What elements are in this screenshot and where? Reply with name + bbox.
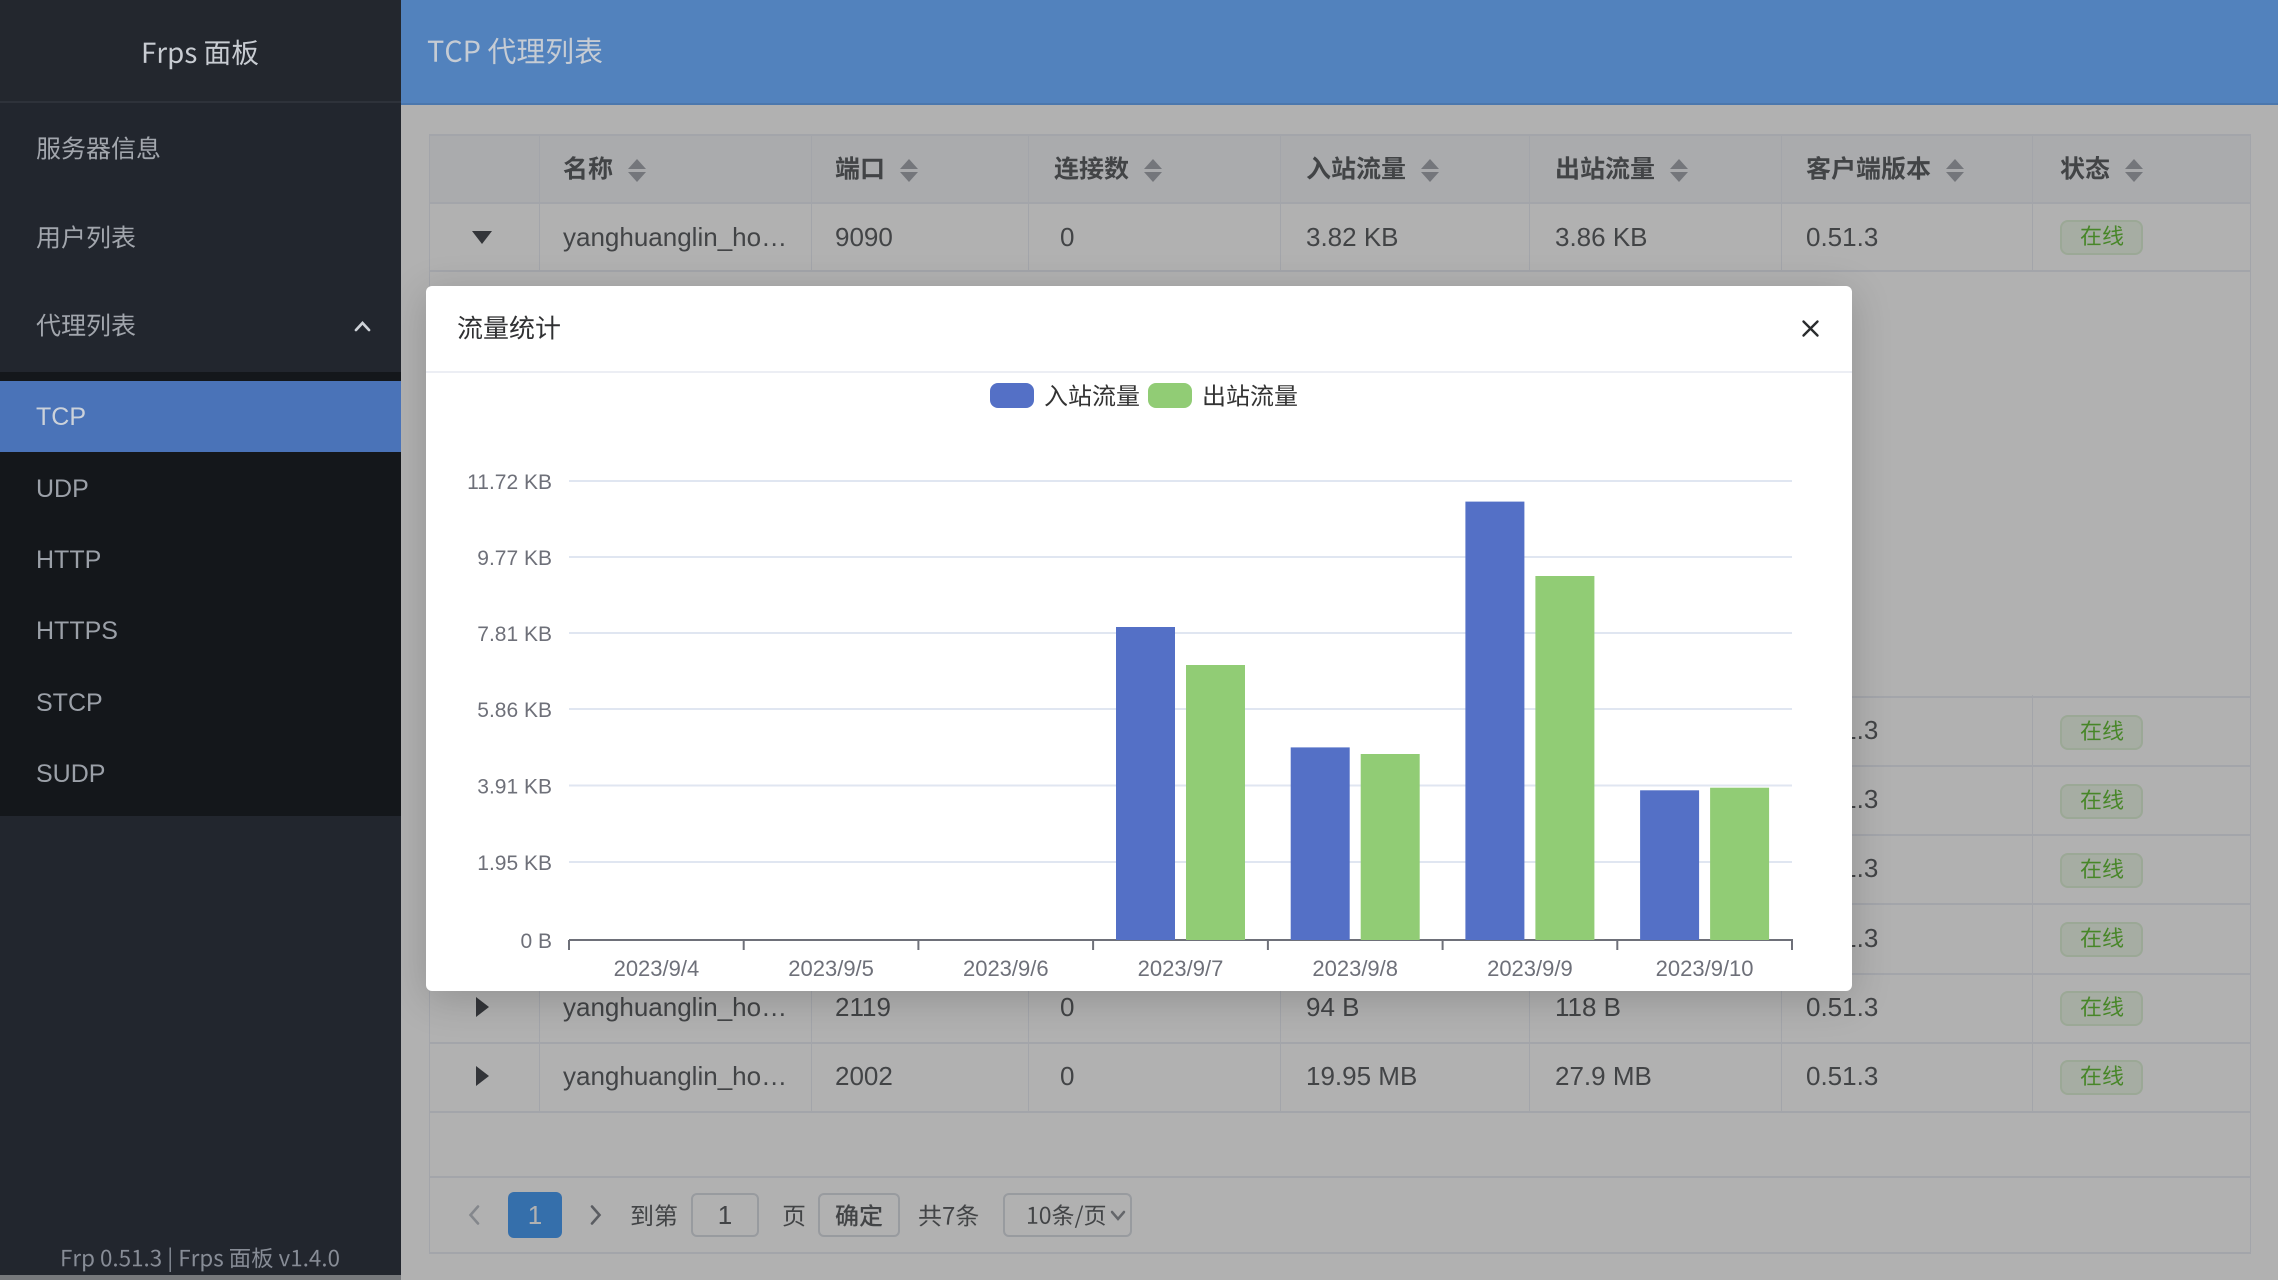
svg-text:1.95 KB: 1.95 KB xyxy=(477,852,552,875)
svg-text:0 B: 0 B xyxy=(520,930,552,953)
svg-text:3.91 KB: 3.91 KB xyxy=(477,776,552,799)
svg-text:9.77 KB: 9.77 KB xyxy=(477,547,552,570)
svg-text:7.81 KB: 7.81 KB xyxy=(477,623,552,646)
svg-text:2023/9/5: 2023/9/5 xyxy=(788,956,874,981)
svg-text:2023/9/6: 2023/9/6 xyxy=(963,956,1049,981)
svg-text:2023/9/7: 2023/9/7 xyxy=(1138,956,1224,981)
svg-text:2023/9/9: 2023/9/9 xyxy=(1487,956,1573,981)
svg-text:2023/9/8: 2023/9/8 xyxy=(1312,956,1398,981)
svg-text:2023/9/10: 2023/9/10 xyxy=(1656,956,1754,981)
svg-text:11.72 KB: 11.72 KB xyxy=(467,471,552,494)
svg-text:5.86 KB: 5.86 KB xyxy=(477,699,552,722)
svg-text:2023/9/4: 2023/9/4 xyxy=(614,956,700,981)
